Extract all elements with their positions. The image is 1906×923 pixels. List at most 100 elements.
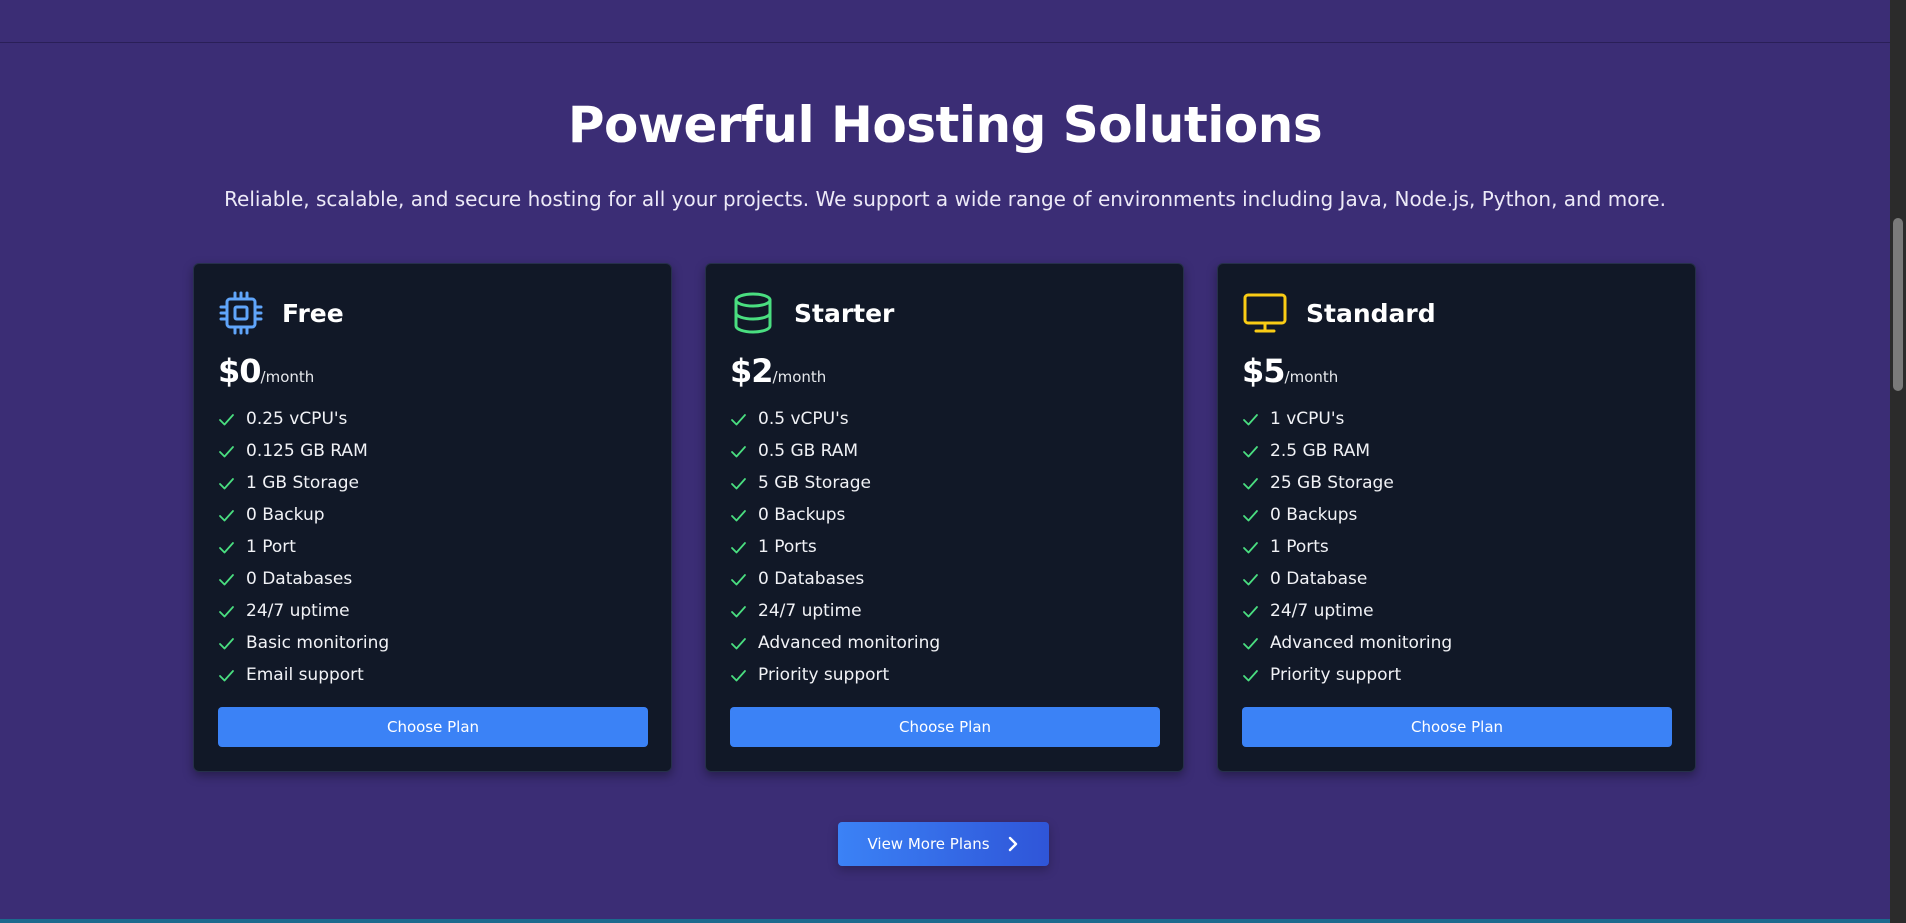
feature-text: 1 Ports — [1270, 537, 1329, 557]
feature-text: 24/7 uptime — [758, 601, 862, 621]
plan-card-starter: Starter $2 /month 0.5 vCPU's 0.5 GB RAM 5 … — [705, 263, 1184, 772]
feature-text: 0 Databases — [758, 569, 865, 589]
feature-text: 0.25 vCPU's — [246, 409, 348, 429]
feature-list: 0.25 vCPU's 0.125 GB RAM 1 GB Storage 0 Bac… — [218, 403, 389, 691]
choose-plan-button-standard[interactable]: Choose Plan — [1242, 707, 1672, 747]
bottom-strip — [0, 919, 1890, 923]
check-icon — [219, 541, 234, 553]
feature-list: 1 vCPU's 2.5 GB RAM 25 GB Storage 0 Backups… — [1242, 403, 1452, 691]
plan-header: Starter — [730, 290, 894, 336]
check-icon — [219, 605, 234, 617]
cpu-chip-icon — [218, 290, 264, 336]
scrollbar-thumb[interactable] — [1893, 218, 1903, 391]
feature-item: 25 GB Storage — [1242, 467, 1452, 499]
page-subtitle: Reliable, scalable, and secure hosting f… — [224, 187, 1666, 211]
feature-item: 0 Databases — [218, 563, 389, 595]
check-icon — [731, 573, 746, 585]
page-title: Powerful Hosting Solutions — [567, 96, 1323, 154]
feature-item: 1 vCPU's — [1242, 403, 1452, 435]
check-icon — [219, 573, 234, 585]
check-icon — [1243, 509, 1258, 521]
check-icon — [219, 509, 234, 521]
check-icon — [731, 509, 746, 521]
chevron-right-icon — [1006, 836, 1020, 852]
feature-item: 24/7 uptime — [730, 595, 940, 627]
check-icon — [731, 669, 746, 681]
check-icon — [219, 637, 234, 649]
feature-text: 0 Database — [1270, 569, 1368, 589]
feature-text: Priority support — [1270, 665, 1402, 685]
plan-name: Free — [282, 298, 344, 328]
choose-plan-button-starter[interactable]: Choose Plan — [730, 707, 1160, 747]
feature-text: 24/7 uptime — [246, 601, 350, 621]
feature-text: Advanced monitoring — [758, 633, 941, 653]
plan-period: /month — [1284, 368, 1339, 386]
feature-item: 0 Backups — [1242, 499, 1452, 531]
feature-item: 0 Backup — [218, 499, 389, 531]
feature-text: 0 Backup — [246, 505, 325, 525]
page-scrollbar[interactable] — [1890, 0, 1906, 923]
check-icon — [1243, 573, 1258, 585]
monitor-icon — [1242, 290, 1288, 336]
check-icon — [219, 477, 234, 489]
feature-item: Priority support — [1242, 659, 1452, 691]
plan-header: Standard — [1242, 290, 1436, 336]
check-icon — [219, 445, 234, 457]
check-icon — [1243, 445, 1258, 457]
top-divider — [0, 42, 1890, 43]
price-row: $2 /month — [730, 352, 826, 390]
feature-item: 24/7 uptime — [1242, 595, 1452, 627]
feature-item: 0 Databases — [730, 563, 940, 595]
plan-price: $5 — [1242, 352, 1286, 390]
feature-item: 0 Backups — [730, 499, 940, 531]
check-icon — [1243, 669, 1258, 681]
check-icon — [731, 413, 746, 425]
feature-text: Priority support — [758, 665, 890, 685]
plan-name: Standard — [1306, 298, 1436, 328]
feature-text: 25 GB Storage — [1270, 473, 1394, 493]
feature-item: Priority support — [730, 659, 940, 691]
feature-text: Email support — [246, 665, 364, 685]
feature-item: 0.5 vCPU's — [730, 403, 940, 435]
feature-item: 1 Ports — [730, 531, 940, 563]
pricing-section: Powerful Hosting Solutions Reliable, sca… — [0, 0, 1906, 923]
plan-header: Free — [218, 290, 344, 336]
feature-text: 5 GB Storage — [758, 473, 871, 493]
check-icon — [1243, 605, 1258, 617]
feature-item: 1 Port — [218, 531, 389, 563]
feature-item: 2.5 GB RAM — [1242, 435, 1452, 467]
plan-card-standard: Standard $5 /month 1 vCPU's 2.5 GB RAM 25 … — [1217, 263, 1696, 772]
feature-item: 0.5 GB RAM — [730, 435, 940, 467]
feature-text: 0 Backups — [1270, 505, 1358, 525]
feature-item: 5 GB Storage — [730, 467, 940, 499]
plan-period: /month — [260, 368, 315, 386]
feature-item: Advanced monitoring — [730, 627, 940, 659]
choose-plan-button-free[interactable]: Choose Plan — [218, 707, 648, 747]
feature-text: 24/7 uptime — [1270, 601, 1374, 621]
check-icon — [1243, 637, 1258, 649]
feature-text: 2.5 GB RAM — [1270, 441, 1371, 461]
check-icon — [731, 445, 746, 457]
view-more-plans-button[interactable]: View More Plans — [838, 822, 1049, 866]
check-icon — [731, 541, 746, 553]
feature-list: 0.5 vCPU's 0.5 GB RAM 5 GB Storage 0 Backup… — [730, 403, 940, 691]
feature-text: 0.125 GB RAM — [246, 441, 368, 461]
feature-item: 24/7 uptime — [218, 595, 389, 627]
plan-period: /month — [772, 368, 827, 386]
feature-item: 1 GB Storage — [218, 467, 389, 499]
feature-text: 0 Databases — [246, 569, 353, 589]
feature-text: 0.5 GB RAM — [758, 441, 859, 461]
plan-name: Starter — [794, 298, 895, 328]
feature-text: 0 Backups — [758, 505, 846, 525]
feature-text: 0.5 vCPU's — [758, 409, 849, 429]
plan-card-free: Free $0 /month 0.25 vCPU's 0.125 GB RAM 1 … — [193, 263, 672, 772]
feature-text: Advanced monitoring — [1270, 633, 1453, 653]
feature-text: 1 Port — [246, 537, 296, 557]
check-icon — [731, 605, 746, 617]
feature-item: 1 Ports — [1242, 531, 1452, 563]
check-icon — [731, 477, 746, 489]
check-icon — [1243, 541, 1258, 553]
feature-text: 1 GB Storage — [246, 473, 359, 493]
price-row: $0 /month — [218, 352, 314, 390]
feature-item: Advanced monitoring — [1242, 627, 1452, 659]
